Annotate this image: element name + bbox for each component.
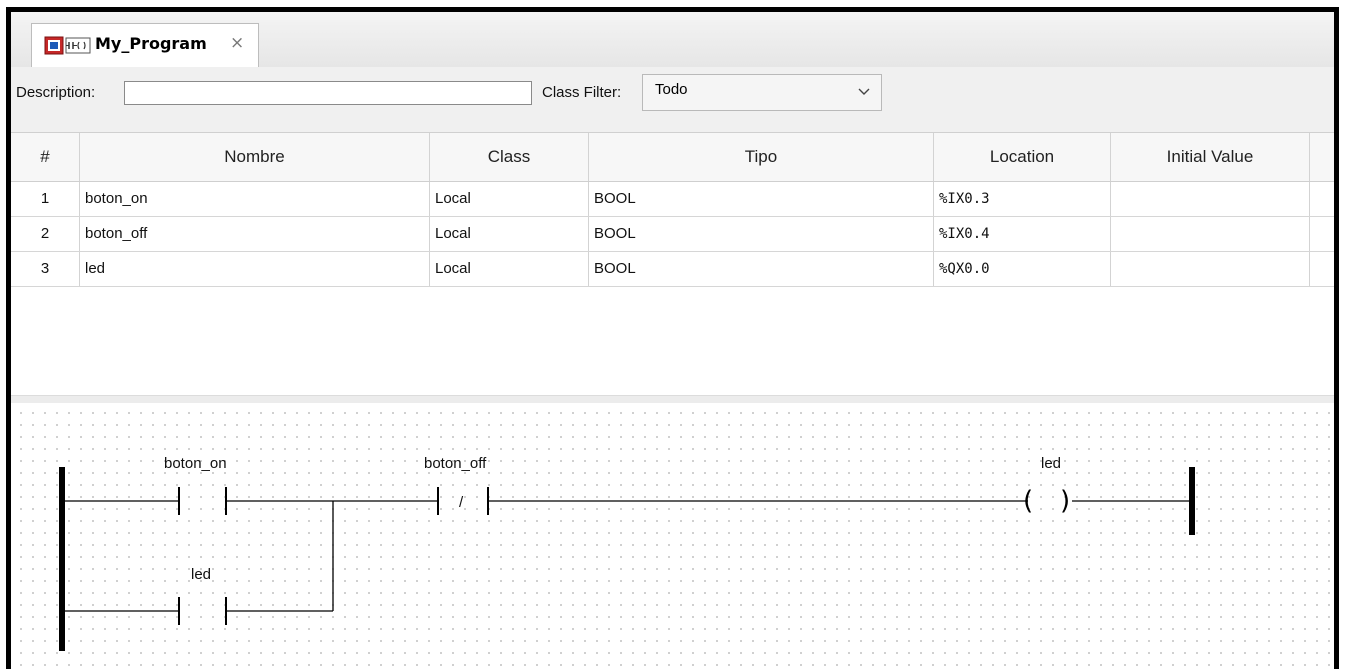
cell-class[interactable]: Local [430, 217, 589, 251]
chevron-down-icon [858, 88, 870, 95]
description-input[interactable] [124, 81, 532, 105]
contact-label: boton_on [164, 455, 227, 472]
description-label: Description: [16, 84, 96, 101]
tab-bar: My_Program × [11, 12, 1334, 68]
class-filter-label: Class Filter: [542, 84, 622, 101]
cell-location[interactable]: %QX0.0 [934, 252, 1111, 286]
editor-frame: My_Program × Description: Class Filter: … [6, 7, 1339, 669]
cell-number: 2 [11, 217, 80, 251]
cell-number: 1 [11, 182, 80, 216]
column-header-class[interactable]: Class [430, 133, 589, 181]
coil-left-paren: ( [1023, 486, 1033, 516]
table-row[interactable]: 1 boton_on Local BOOL %IX0.3 [11, 182, 1334, 217]
cell-nombre[interactable]: boton_off [80, 217, 430, 251]
ladder-diagram-canvas[interactable]: boton_on / boton_off led ( ) led [11, 403, 1334, 669]
cell-class[interactable]: Local [430, 252, 589, 286]
class-filter-value: Todo [655, 81, 688, 98]
cell-initial-value[interactable] [1111, 182, 1310, 216]
filter-bar: Description: Class Filter: Todo [11, 67, 1334, 133]
variables-table: # Nombre Class Tipo Location Initial Val… [11, 133, 1334, 395]
column-header-location[interactable]: Location [934, 133, 1111, 181]
ladder-diagram: boton_on / boton_off led ( ) led [59, 455, 1195, 651]
cell-tipo[interactable]: BOOL [589, 182, 934, 216]
coil-label: led [1041, 455, 1061, 472]
column-header-nombre[interactable]: Nombre [80, 133, 430, 181]
coil-right-paren: ) [1060, 486, 1070, 516]
program-icon [44, 36, 91, 55]
table-row[interactable]: 3 led Local BOOL %QX0.0 [11, 252, 1334, 287]
cell-location[interactable]: %IX0.4 [934, 217, 1111, 251]
negated-symbol: / [459, 494, 464, 511]
contact-boton-on[interactable]: boton_on [164, 455, 227, 515]
class-filter-select[interactable]: Todo [642, 74, 882, 111]
column-header-initial-value[interactable]: Initial Value [1111, 133, 1310, 181]
close-icon[interactable]: × [230, 33, 244, 53]
coil-led[interactable]: ( ) led [1023, 455, 1070, 516]
contact-label: led [191, 566, 211, 583]
cell-initial-value[interactable] [1111, 217, 1310, 251]
cell-tipo[interactable]: BOOL [589, 252, 934, 286]
table-row[interactable]: 2 boton_off Local BOOL %IX0.4 [11, 217, 1334, 252]
cell-tipo[interactable]: BOOL [589, 217, 934, 251]
tab-title: My_Program [95, 34, 207, 53]
cell-number: 3 [11, 252, 80, 286]
contact-label: boton_off [424, 455, 487, 472]
cell-nombre[interactable]: led [80, 252, 430, 286]
cell-class[interactable]: Local [430, 182, 589, 216]
cell-initial-value[interactable] [1111, 252, 1310, 286]
cell-nombre[interactable]: boton_on [80, 182, 430, 216]
table-header: # Nombre Class Tipo Location Initial Val… [11, 133, 1334, 182]
cell-location[interactable]: %IX0.3 [934, 182, 1111, 216]
tab-my-program[interactable]: My_Program × [31, 23, 259, 67]
contact-led[interactable]: led [178, 566, 227, 625]
column-header-tipo[interactable]: Tipo [589, 133, 934, 181]
column-header-number[interactable]: # [11, 133, 80, 181]
contact-boton-off[interactable]: / boton_off [424, 455, 489, 515]
